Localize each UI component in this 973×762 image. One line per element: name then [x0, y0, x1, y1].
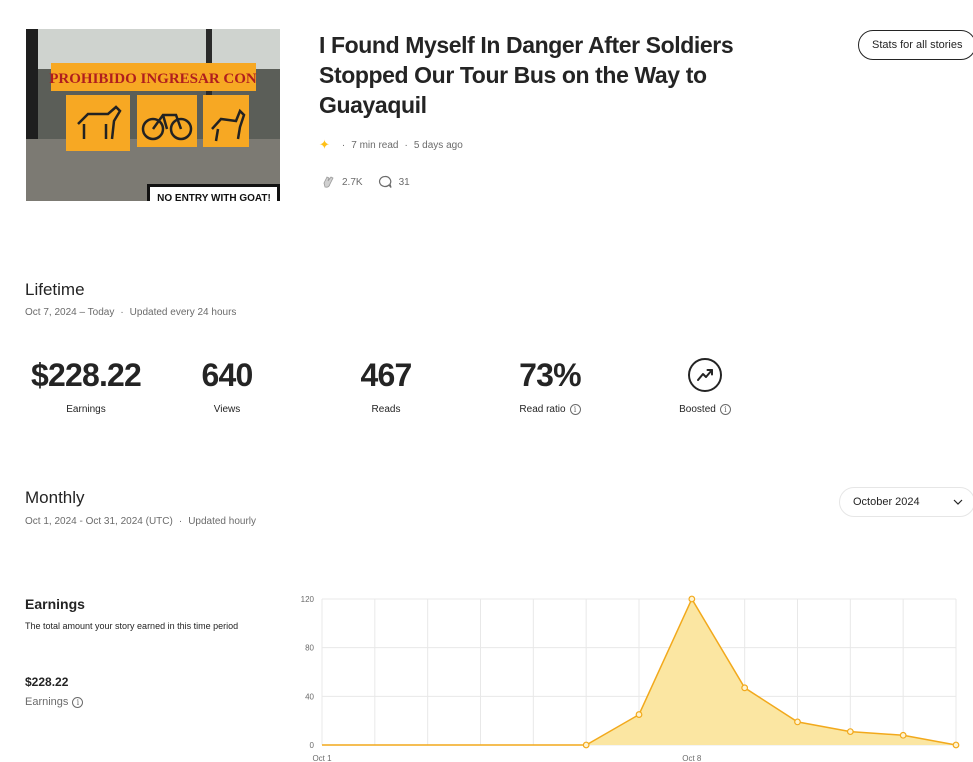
chart-y-tick-label: 40 — [305, 692, 314, 701]
stat-value: $228.22 — [30, 357, 142, 393]
monthly-update-note: Updated hourly — [188, 516, 257, 527]
separator-dot: · — [120, 307, 124, 318]
lifetime-update-note: Updated every 24 hours — [129, 307, 237, 318]
chart-data-point — [582, 741, 590, 749]
earnings-description: The total amount your story earned in th… — [25, 621, 239, 631]
stat-reads: 467 Reads — [352, 357, 420, 415]
monthly-range: Oct 1, 2024 - Oct 31, 2024 (UTC) — [25, 516, 173, 527]
member-star-icon: ✦ — [319, 137, 330, 152]
story-title[interactable]: I Found Myself In Danger After Soldiers … — [319, 30, 739, 120]
stat-label: Read ratio — [519, 404, 566, 415]
chart-data-point — [899, 731, 907, 739]
claps-count: 2.7K — [320, 174, 363, 190]
thumbnail-photo: PROHIBIDO INGRESAR CON NO ENTRY WITH GOA… — [26, 29, 280, 201]
stats-for-all-stories-button[interactable]: Stats for all stories — [858, 30, 973, 60]
earnings-heading: Earnings — [25, 596, 85, 612]
engagement-bar: 2.7K 31 — [320, 174, 424, 190]
separator-dot: · — [404, 139, 408, 151]
earnings-label-row: Earnings i — [25, 696, 84, 708]
responses-value: 31 — [398, 176, 410, 188]
published-date: 5 days ago — [413, 139, 463, 151]
chart-data-point — [741, 684, 749, 692]
story-meta: ✦ · 7 min read · 5 days ago — [319, 137, 463, 152]
chart-data-point — [794, 718, 801, 726]
claps-value: 2.7K — [342, 176, 363, 188]
trending-up-icon — [688, 358, 722, 392]
chart-x-tick-label: Oct 8 — [682, 754, 702, 762]
stat-read-ratio: 73% Read ratio i — [510, 357, 590, 415]
stat-value: 467 — [360, 357, 413, 393]
thumbnail-footer-text: NO ENTRY WITH GOAT! — [157, 193, 271, 201]
chart-y-tick-label: 80 — [305, 644, 314, 653]
chart-y-tick-label: 0 — [310, 741, 315, 750]
responses-count[interactable]: 31 — [377, 174, 410, 190]
separator-dot: · — [341, 139, 346, 151]
chart-x-tick-label: Oct 1 — [312, 754, 332, 762]
chart-data-point — [846, 728, 854, 736]
info-icon[interactable]: i — [719, 404, 731, 415]
read-time: 7 min read — [351, 139, 399, 151]
earnings-label: Earnings — [25, 696, 69, 708]
chart-y-tick-label: 120 — [301, 595, 315, 604]
monthly-heading: Monthly — [25, 488, 85, 507]
story-thumbnail[interactable]: PROHIBIDO INGRESAR CON NO ENTRY WITH GOA… — [26, 29, 280, 201]
stat-value: 73% — [519, 357, 581, 393]
chart-data-point — [635, 711, 643, 718]
thumbnail-sign-text: PROHIBIDO INGRESAR CON — [49, 71, 257, 87]
stat-label: Boosted — [679, 404, 716, 415]
stat-boosted: Boosted i — [665, 357, 745, 415]
stat-value: 640 — [201, 357, 254, 393]
month-select[interactable]: October 2024 — [839, 487, 973, 517]
lifetime-subtitle: Oct 7, 2024 – Today · Updated every 24 hou… — [25, 307, 236, 318]
clap-icon — [323, 176, 334, 188]
stat-label: Reads — [371, 404, 401, 415]
chart-data-point — [688, 595, 696, 603]
lifetime-heading: Lifetime — [25, 280, 85, 299]
comment-icon — [378, 175, 392, 188]
stat-views: 640 Views — [193, 357, 261, 415]
info-icon[interactable]: i — [569, 404, 581, 415]
chart-data-point — [952, 741, 960, 749]
info-icon[interactable]: i — [72, 696, 84, 708]
chevron-down-icon — [953, 499, 963, 505]
lifetime-range: Oct 7, 2024 – Today — [25, 307, 115, 318]
monthly-subtitle: Oct 1, 2024 - Oct 31, 2024 (UTC) · Updated… — [25, 516, 256, 527]
stat-earnings: $228.22 Earnings — [25, 357, 147, 415]
earnings-chart[interactable]: 0 40 80 120 Oct 1 Oct 8 — [290, 590, 973, 762]
stat-label: Earnings — [66, 404, 106, 415]
earnings-amount: $228.22 — [25, 675, 69, 689]
separator-dot: · — [178, 516, 183, 527]
month-select-value: October 2024 — [853, 496, 920, 508]
stat-label: Views — [213, 404, 241, 415]
